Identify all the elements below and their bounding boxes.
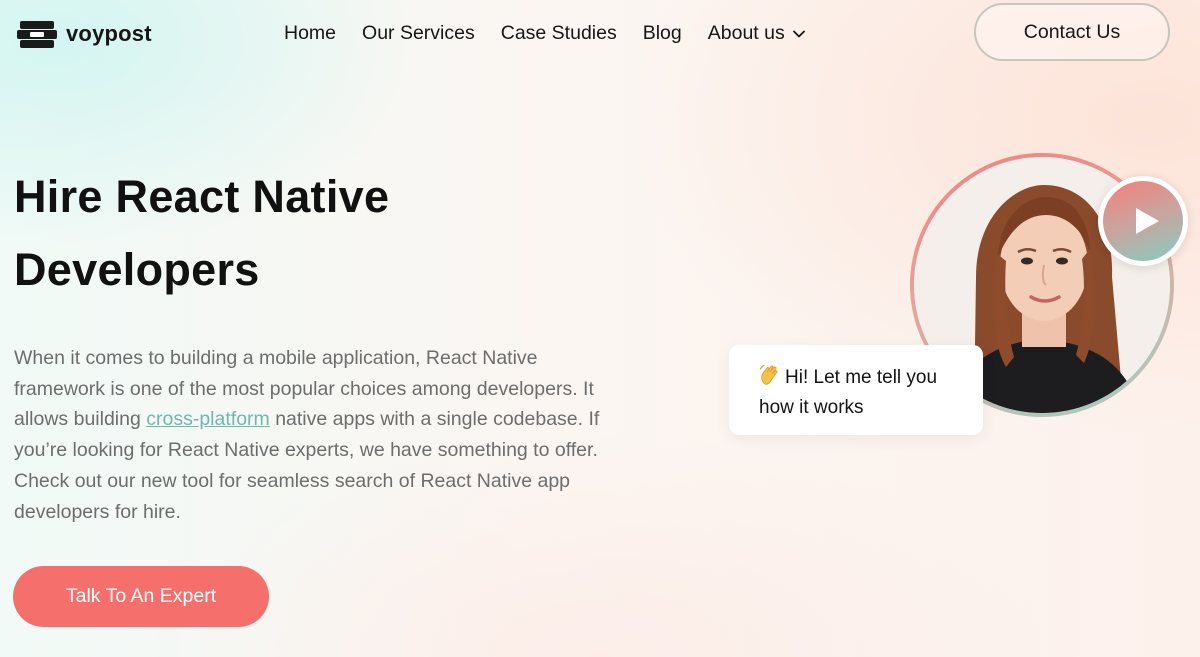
nav-about-us-dropdown[interactable]: About us — [708, 22, 805, 45]
bubble-text-line1: Hi! Let me tell you — [785, 367, 938, 388]
talk-to-expert-button[interactable]: Talk To An Expert — [13, 566, 269, 627]
brand-logo[interactable]: voypost — [16, 19, 152, 49]
nav-case-studies[interactable]: Case Studies — [501, 22, 617, 45]
main-nav: Home Our Services Case Studies Blog Abou… — [284, 22, 805, 45]
play-icon — [1136, 208, 1159, 234]
nav-our-services[interactable]: Our Services — [362, 22, 475, 45]
play-button-circle — [1103, 181, 1183, 261]
hero-title-line2: Developers — [14, 244, 260, 295]
stacked-boxes-logo-icon — [17, 21, 57, 48]
hero-description: When it comes to building a mobile appli… — [14, 343, 614, 527]
nav-about-us[interactable]: About us — [708, 22, 785, 45]
cross-platform-link[interactable]: cross-platform — [146, 408, 270, 430]
contact-us-button[interactable]: Contact Us — [974, 3, 1170, 61]
chevron-down-icon[interactable] — [792, 30, 805, 38]
play-video-button[interactable] — [1098, 176, 1188, 266]
waving-hand-icon — [759, 364, 778, 385]
nav-home[interactable]: Home — [284, 22, 336, 45]
bubble-text-line2: how it works — [759, 397, 864, 418]
speech-bubble: Hi! Let me tell you how it works — [729, 345, 983, 435]
brand-name: voypost — [66, 21, 152, 46]
hero-title-line1: Hire React Native — [14, 171, 390, 222]
hero-title: Hire React Native Developers — [14, 160, 554, 306]
nav-blog[interactable]: Blog — [643, 22, 682, 45]
